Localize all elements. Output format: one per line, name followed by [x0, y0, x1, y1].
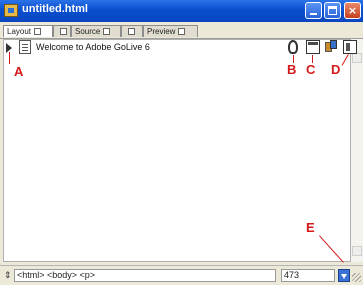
vertical-scrollbar[interactable] [351, 39, 363, 262]
markup-tree-path[interactable]: <html> <body> <p> [14, 269, 276, 282]
source-tab-icon [103, 28, 111, 36]
callout-c-label: C [306, 62, 316, 77]
tab-source[interactable]: Source [71, 25, 121, 37]
scroll-up-button[interactable] [352, 53, 362, 63]
tab-layout-label: Layout [7, 27, 32, 36]
tab-layout[interactable]: Layout [3, 25, 53, 37]
page-properties-icon[interactable] [306, 40, 320, 54]
tab-source-label: Source [75, 27, 101, 36]
callout-e-label: E [306, 220, 315, 235]
title-bar[interactable]: untitled.html × [0, 0, 363, 22]
objects-icon[interactable] [325, 40, 337, 54]
tab-preview[interactable]: Preview [143, 25, 198, 37]
tab-preview-label: Preview [147, 27, 176, 36]
callout-a-line [9, 52, 10, 64]
scroll-down-button[interactable] [352, 246, 362, 256]
document-icon[interactable] [343, 40, 357, 54]
close-icon: × [347, 4, 358, 17]
window-size-dropdown-button[interactable] [338, 269, 350, 282]
preview-tab-icon [178, 28, 186, 36]
maximize-button[interactable] [324, 2, 341, 19]
frame-tab-icon [60, 28, 67, 36]
callout-a-label: A [14, 64, 24, 79]
app-icon [4, 4, 18, 17]
status-bar: ⇕ <html> <body> <p> 473 [0, 265, 363, 285]
outline-tab-icon [128, 28, 135, 36]
editor-tab-bar: Layout Source Preview [0, 22, 363, 57]
split-arrows-icon[interactable]: ⇕ [4, 270, 12, 281]
resize-grip-icon[interactable] [352, 273, 361, 282]
page-title-icon [19, 40, 31, 54]
tab-outline[interactable] [121, 25, 143, 37]
callout-d-label: D [331, 62, 341, 77]
minimize-button[interactable] [305, 2, 322, 19]
document-canvas[interactable] [3, 39, 351, 262]
callout-b-label: B [287, 62, 297, 77]
window-size-field[interactable]: 473 [281, 269, 335, 282]
page-title-text[interactable]: Welcome to Adobe GoLive 6 [36, 42, 150, 52]
tab-frame-editor[interactable] [53, 25, 71, 37]
preview-icon[interactable] [288, 40, 298, 54]
layout-tab-icon [34, 28, 42, 36]
app-window: untitled.html × Layout Source Preview We… [0, 0, 363, 285]
window-title: untitled.html [22, 3, 88, 15]
close-button[interactable]: × [344, 2, 361, 19]
